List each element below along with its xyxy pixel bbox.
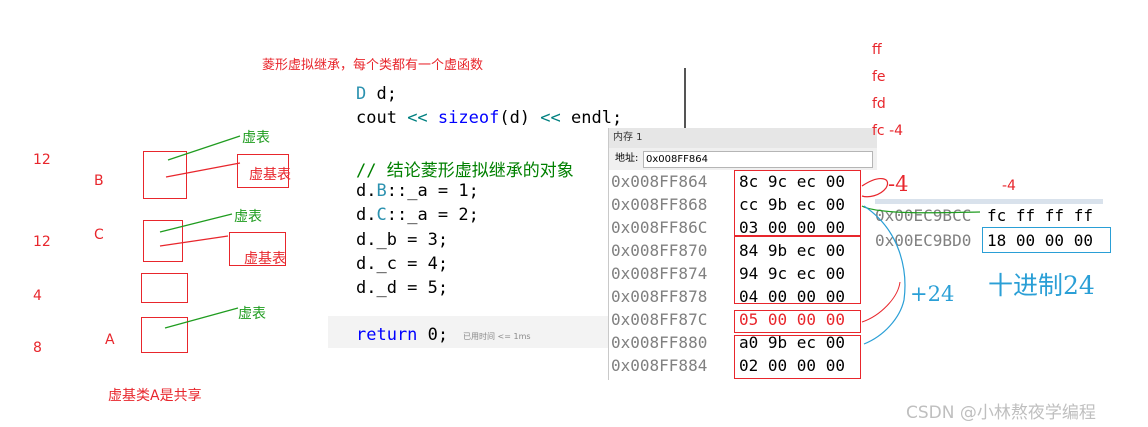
pointer-curve (861, 178, 889, 198)
pointer-curve (861, 205, 981, 214)
pointer-curve (861, 281, 901, 323)
pointer-lines-right (861, 178, 981, 345)
watermark: CSDN @小林熬夜学编程 (906, 403, 1096, 423)
pointer-curve (863, 205, 906, 345)
